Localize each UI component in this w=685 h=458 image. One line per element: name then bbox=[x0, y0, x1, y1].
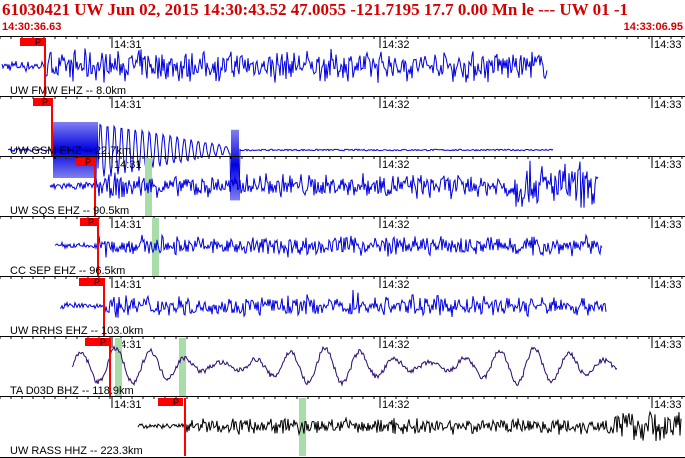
station-label: CC SEP EHZ -- 96.5km bbox=[10, 265, 125, 277]
minute-label: 14:32 bbox=[382, 219, 410, 231]
waveform bbox=[54, 233, 603, 258]
minute-label: 14:33 bbox=[654, 399, 682, 411]
pick-label: P bbox=[35, 37, 41, 47]
minute-label: 14:33 bbox=[654, 159, 682, 171]
minute-label: 14:31 bbox=[114, 159, 142, 171]
minute-label: 14:31 bbox=[114, 279, 142, 291]
trace-panel: 14:31 14:32 14:33 P UW RRHS EHZ -- 103.0km bbox=[0, 276, 685, 337]
pick-label: P bbox=[85, 157, 91, 167]
station-label: TA D03D BHZ -- 118.9km bbox=[10, 385, 134, 397]
station-label: UW RRHS EHZ -- 103.0km bbox=[10, 325, 143, 337]
pick-label: P bbox=[94, 277, 100, 287]
minute-label: 14:32 bbox=[382, 99, 410, 111]
pick-box bbox=[79, 278, 104, 286]
pick-label: P bbox=[173, 397, 179, 407]
trace-panel: 14:31 14:32 14:33 P UW FMW EHZ -- 8.0km bbox=[0, 36, 685, 97]
minute-label: 14:31 bbox=[114, 219, 142, 231]
arrival-marker bbox=[179, 338, 186, 396]
end-time: 14:33:06.95 bbox=[623, 21, 683, 33]
waveform bbox=[137, 410, 682, 442]
minute-label: 14:32 bbox=[382, 399, 410, 411]
minute-label: 14:33 bbox=[654, 279, 682, 291]
pick-label: P bbox=[88, 217, 94, 227]
trace-panel: 14:31 14:32 14:33 P CC SEP EHZ -- 96.5km bbox=[0, 216, 685, 277]
minute-label: 14:33 bbox=[654, 39, 682, 51]
event-title: 61030421 UW Jun 02, 2015 14:30:43.52 47.… bbox=[2, 0, 628, 19]
station-label: UW RASS HHZ -- 223.3km bbox=[10, 445, 143, 457]
minute-label: 14:32 bbox=[382, 39, 410, 51]
minute-label: 14:31 bbox=[114, 39, 142, 51]
pick-box bbox=[20, 38, 45, 46]
seismogram-panel[interactable]: 14:31 14:32 14:33PUW FMW EHZ -- 8.0km14:31… bbox=[0, 36, 685, 458]
trace-panel: 14:31 14:32 14:33 P UW RASS HHZ -- 223.3km bbox=[0, 396, 685, 457]
minute-label: 14:32 bbox=[382, 159, 410, 171]
minute-label: 14:33 bbox=[654, 219, 682, 231]
event-header: 61030421 UW Jun 02, 2015 14:30:43.52 47.… bbox=[0, 0, 685, 36]
waveform bbox=[59, 289, 607, 318]
minute-label: 14:33 bbox=[654, 339, 682, 351]
pick-label: P bbox=[42, 97, 48, 107]
pick-box bbox=[158, 398, 183, 406]
waveform bbox=[71, 344, 618, 387]
minute-label: 14:31 bbox=[114, 99, 142, 111]
station-label: UW FMW EHZ -- 8.0km bbox=[10, 85, 126, 97]
minute-label: 14:31 bbox=[114, 399, 142, 411]
trace-panel: 14:31 14:32 14:33PTA D03D BHZ -- 118.9km bbox=[0, 336, 685, 397]
station-label: UW SQS EHZ -- 90.5km bbox=[10, 205, 129, 217]
start-time: 14:30:36.63 bbox=[2, 21, 62, 33]
pick-box bbox=[85, 338, 110, 346]
pick-label: P bbox=[100, 337, 106, 347]
station-label: UW GSM EHZ -- 22.7km bbox=[10, 145, 131, 157]
minute-label: 14:33 bbox=[654, 99, 682, 111]
minute-label: 14:32 bbox=[382, 339, 410, 351]
minute-label: 14:32 bbox=[382, 279, 410, 291]
waveform bbox=[1, 48, 548, 83]
